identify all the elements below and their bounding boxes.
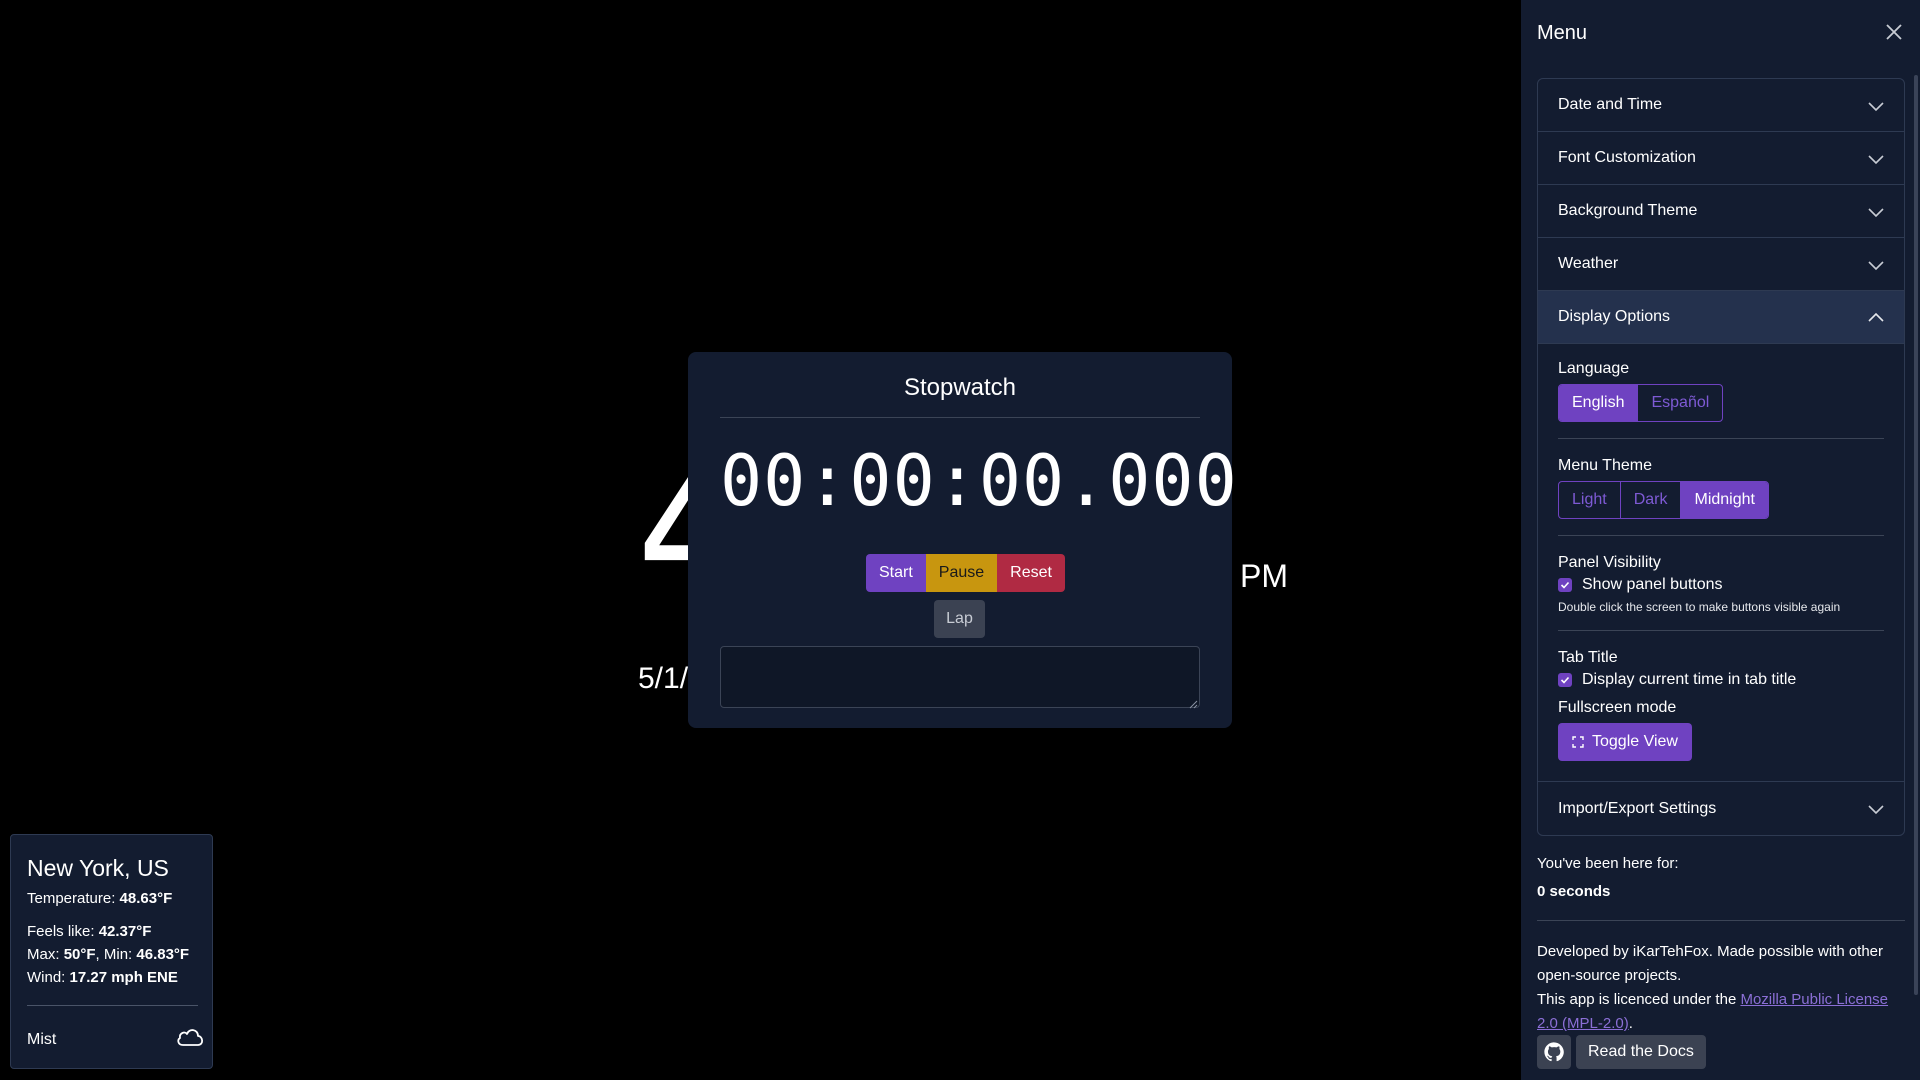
weather-divider (27, 1005, 198, 1006)
panel-hint-text: Double click the screen to make buttons … (1558, 600, 1841, 614)
menu-theme-selector: Light Dark Midnight (1558, 481, 1769, 519)
chevron-down-icon (1868, 102, 1884, 112)
stopwatch-title: Stopwatch (903, 374, 1017, 401)
toggle-view-button[interactable]: Toggle View (1558, 723, 1692, 761)
language-selector: English Español (1558, 384, 1724, 422)
resize-grip-icon[interactable] (1188, 696, 1198, 709)
stopwatch-display: 00:00:00.000 (720, 440, 1238, 522)
weather-condition: Mist (27, 1031, 57, 1048)
credits-text: Developed by iKarTehFox. Made possible w… (1537, 943, 1889, 1032)
stopwatch-panel: Stopwatch 00:00:00.000 Start Pause Reset… (688, 352, 1238, 728)
weather-feels-like: Feels like: 42.37°F (27, 923, 152, 940)
clock-date: 5/1/ (638, 662, 689, 695)
lap-notes-textarea[interactable] (720, 646, 1200, 708)
chevron-down-icon (1868, 261, 1884, 271)
language-english-button[interactable]: English (1559, 385, 1639, 421)
language-label: Language (1558, 360, 1630, 377)
accordion-import-export[interactable]: Import/Export Settings (1538, 782, 1904, 835)
accordion-display-options[interactable]: Display Options (1538, 291, 1904, 344)
divider (1537, 920, 1905, 921)
weather-city: New York, US (27, 855, 169, 881)
visit-label: You've been here for: (1537, 855, 1679, 872)
display-options-body: Language English Español Menu Theme Ligh… (1538, 344, 1904, 782)
divider (1558, 535, 1884, 536)
accordion-background-theme[interactable]: Background Theme (1538, 185, 1904, 238)
stopwatch-divider (720, 417, 1200, 418)
lap-button[interactable]: Lap (934, 600, 985, 638)
theme-dark-button[interactable]: Dark (1621, 482, 1682, 518)
weather-wind: Wind: 17.27 mph ENE (27, 969, 178, 986)
fullscreen-label: Fullscreen mode (1558, 699, 1677, 716)
reset-button[interactable]: Reset (997, 554, 1065, 592)
divider (1558, 438, 1884, 439)
panel-visibility-label: Panel Visibility (1558, 554, 1661, 571)
show-panel-buttons-checkbox[interactable] (1558, 578, 1572, 592)
menu-scrollbar[interactable] (1914, 75, 1918, 995)
menu-sidebar: Menu Date and Time Font Customization Ba… (1521, 0, 1920, 1080)
stopwatch-controls: Start Pause Reset (866, 554, 1065, 592)
github-icon (1544, 1042, 1564, 1062)
theme-light-button[interactable]: Light (1559, 482, 1621, 518)
chevron-down-icon (1868, 805, 1884, 815)
close-icon[interactable] (1884, 22, 1904, 42)
menu-title: Menu (1537, 22, 1588, 44)
menu-theme-label: Menu Theme (1558, 457, 1652, 474)
language-espanol-button[interactable]: Español (1638, 385, 1722, 421)
cloud-icon (175, 1025, 205, 1052)
tab-title-row[interactable]: Display current time in tab title (1558, 671, 1884, 689)
tab-title-checkbox[interactable] (1558, 673, 1572, 687)
menu-accordion: Date and Time Font Customization Backgro… (1537, 78, 1905, 836)
accordion-date-time[interactable]: Date and Time (1538, 79, 1904, 132)
chevron-down-icon (1868, 155, 1884, 165)
read-docs-button[interactable]: Read the Docs (1576, 1035, 1706, 1069)
tab-title-label: Tab Title (1558, 649, 1618, 666)
start-button[interactable]: Start (866, 554, 926, 592)
accordion-weather[interactable]: Weather (1538, 238, 1904, 291)
pause-button[interactable]: Pause (925, 554, 998, 592)
weather-max-min: Max: 50°F, Min: 46.83°F (27, 946, 190, 963)
clock-ampm: PM (1240, 558, 1288, 594)
chevron-up-icon (1868, 312, 1884, 322)
github-button[interactable] (1537, 1035, 1571, 1069)
check-icon (1560, 676, 1570, 684)
theme-midnight-button[interactable]: Midnight (1681, 482, 1768, 518)
accordion-font-customization[interactable]: Font Customization (1538, 132, 1904, 185)
show-panel-buttons-row[interactable]: Show panel buttons (1558, 576, 1884, 594)
visit-duration: 0 seconds (1537, 883, 1611, 900)
divider (1558, 630, 1884, 631)
check-icon (1560, 581, 1570, 589)
fullscreen-icon (1572, 736, 1584, 748)
chevron-down-icon (1868, 208, 1884, 218)
weather-temperature: Temperature: 48.63°F (27, 890, 173, 907)
weather-widget: New York, US Temperature: 48.63°F Feels … (10, 834, 213, 1069)
